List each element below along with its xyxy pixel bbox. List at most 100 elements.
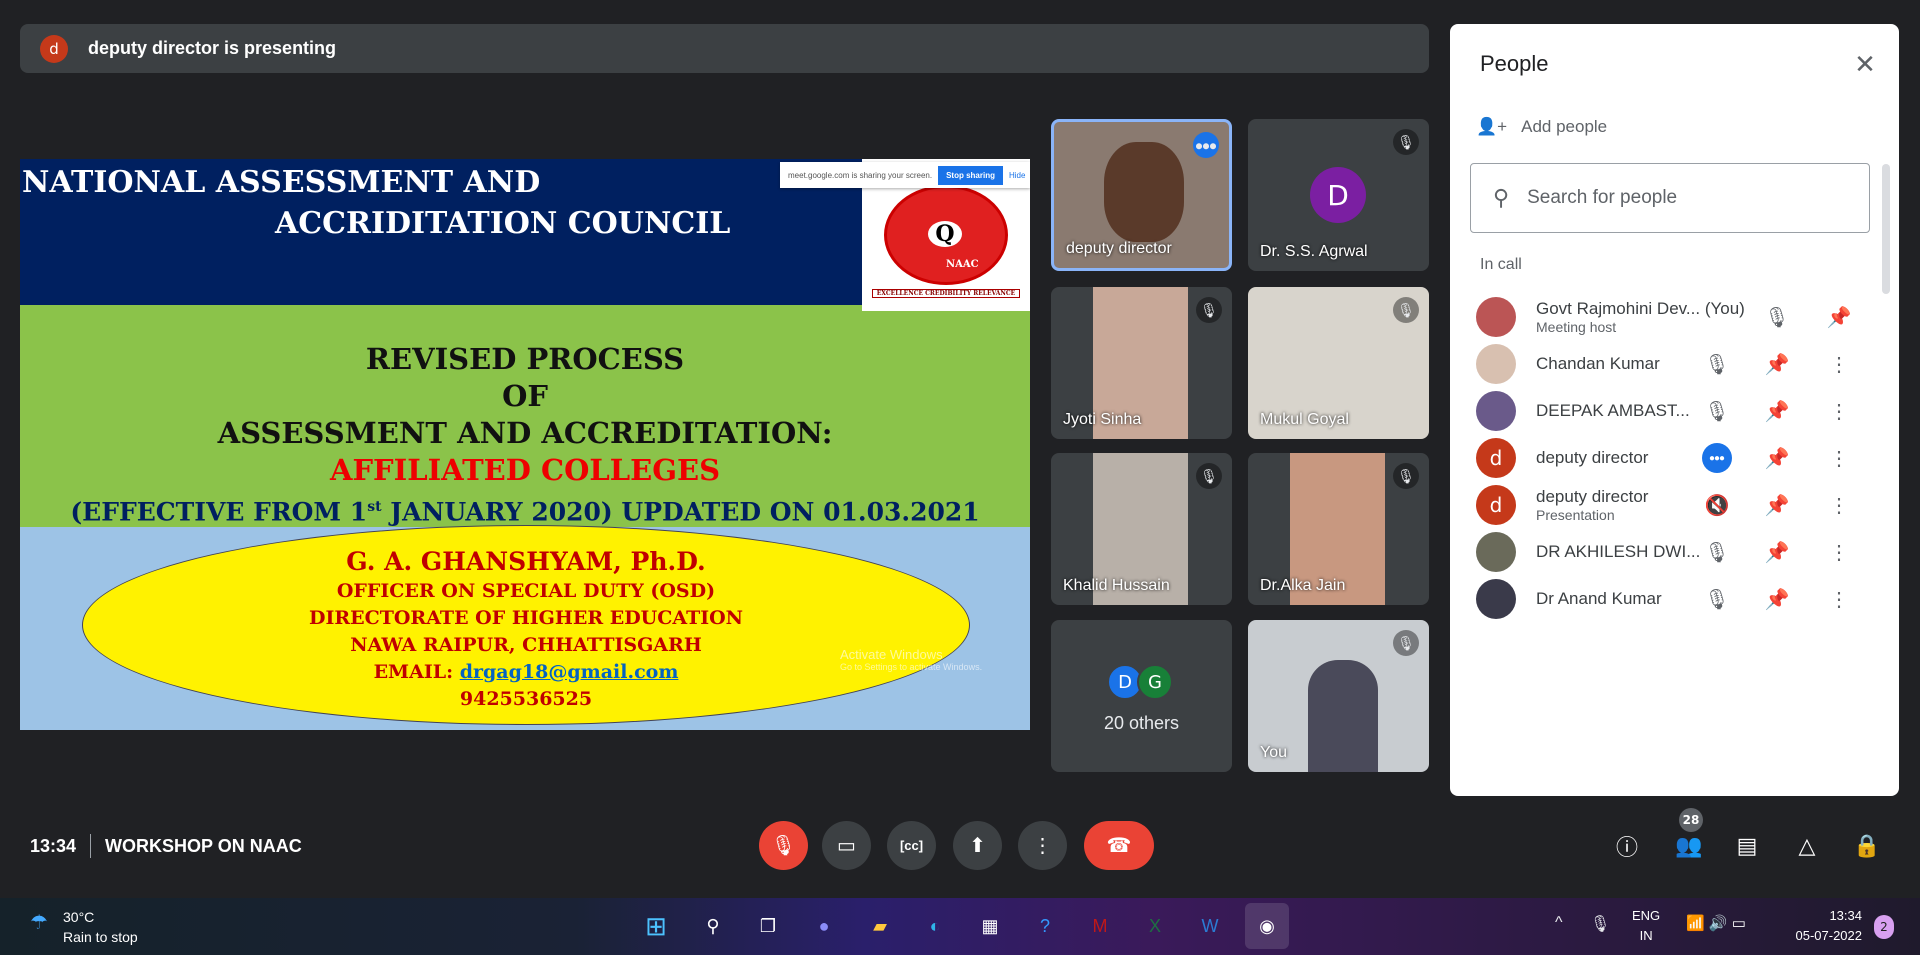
more-options-button[interactable]: ⋮ xyxy=(1018,821,1067,870)
camera-toggle-button[interactable]: ▭ xyxy=(822,821,871,870)
more-options-icon[interactable]: ⋮ xyxy=(1824,490,1854,520)
hide-button[interactable]: Hide xyxy=(1009,171,1025,180)
email-link: drgag18@gmail.com xyxy=(459,661,679,683)
shared-slide: NATIONAL ASSESSMENT AND ACCRIDITATION CO… xyxy=(20,159,1030,730)
pin-icon[interactable]: 📌 xyxy=(1762,443,1792,473)
tile-name: Dr. S.S. Agrwal xyxy=(1260,243,1368,260)
slide-line: REVISED PROCESS xyxy=(365,342,685,376)
mic-toggle-button[interactable]: 🎙 xyxy=(759,821,808,870)
more-options-icon[interactable]: ⋮ xyxy=(1824,396,1854,426)
meeting-time: 13:34 xyxy=(30,835,77,856)
tile-name: 20 others xyxy=(1103,713,1180,733)
pin-icon[interactable]: 📌 xyxy=(1762,537,1792,567)
edge-icon[interactable]: ◐ xyxy=(917,908,953,944)
start-icon[interactable]: ⊞ xyxy=(638,908,674,944)
meeting-details: 13:34 WORKSHOP ON NAAC xyxy=(30,834,302,858)
mcafee-icon[interactable]: M xyxy=(1082,908,1118,944)
lock-icon: 🔒 xyxy=(1853,833,1881,858)
stop-sharing-button[interactable]: Stop sharing xyxy=(938,165,1003,185)
meeting-title: WORKSHOP ON NAAC xyxy=(105,835,302,856)
language-indicator[interactable]: ENG IN xyxy=(1632,906,1660,946)
mic-off-icon: 🎙 xyxy=(1393,463,1419,489)
tile-name: You xyxy=(1260,744,1287,761)
pin-icon[interactable]: 📌 xyxy=(1762,349,1792,379)
people-button[interactable]: 👥 xyxy=(1673,830,1705,862)
word-icon[interactable]: W xyxy=(1192,908,1228,944)
more-options-icon[interactable]: ⋮ xyxy=(1824,349,1854,379)
activities-button[interactable]: △ xyxy=(1791,830,1823,862)
pin-icon[interactable]: 📌 xyxy=(1824,302,1854,332)
scrollbar[interactable] xyxy=(1882,164,1890,294)
file-explorer-icon[interactable]: ▰ xyxy=(862,908,898,944)
more-options-icon[interactable]: ⋮ xyxy=(1824,537,1854,567)
audio-off-icon: 🔇 xyxy=(1704,494,1730,517)
participant-tile[interactable]: 🎙 Khalid Hussain xyxy=(1051,453,1232,605)
slide-line: ASSESSMENT AND ACCREDITATION: xyxy=(217,416,833,450)
task-view-icon[interactable]: ❐ xyxy=(750,908,786,944)
pin-icon[interactable]: 📌 xyxy=(1762,584,1792,614)
participant-tile-others[interactable]: D G 20 others xyxy=(1051,620,1232,772)
add-person-icon: 👤+ xyxy=(1476,117,1508,136)
self-tile[interactable]: 🎙 You xyxy=(1248,620,1429,772)
captions-button[interactable]: [cc] xyxy=(887,821,936,870)
tile-name: Jyoti Sinha xyxy=(1063,411,1142,428)
pin-icon[interactable]: 📌 xyxy=(1762,396,1792,426)
more-options-icon[interactable]: ⋮ xyxy=(1824,584,1854,614)
participant-tile[interactable]: D 🎙 Dr. S.S. Agrwal xyxy=(1248,119,1429,271)
show-hidden-icons[interactable]: ^ xyxy=(1555,914,1563,932)
store-icon[interactable]: ▦ xyxy=(972,908,1008,944)
more-options-icon[interactable]: ⋮ xyxy=(1824,443,1854,473)
participant-tile[interactable]: ⦁⦁⦁ deputy director xyxy=(1051,119,1232,271)
mic-off-icon: 🎙 xyxy=(1393,297,1419,323)
section-label: In call xyxy=(1480,256,1522,273)
presenter-info: G. A. GHANSHYAM, Ph.D. OFFICER ON SPECIA… xyxy=(82,525,970,725)
avatar: d xyxy=(40,34,68,63)
search-icon[interactable]: ⚲ xyxy=(695,908,731,944)
present-button[interactable]: ⬆ xyxy=(953,821,1002,870)
pin-off-icon: 📌 xyxy=(1764,494,1790,517)
chat-button[interactable]: ▤ xyxy=(1731,830,1763,862)
excel-icon[interactable]: X xyxy=(1137,908,1173,944)
screen-share-notice: meet.google.com is sharing your screen. … xyxy=(780,162,1030,188)
captions-icon: [cc] xyxy=(899,838,924,853)
weather-widget[interactable]: 30°C Rain to stop xyxy=(63,907,138,947)
speaking-icon: ⦁⦁⦁ xyxy=(1193,132,1219,158)
leave-call-button[interactable]: ☎ xyxy=(1084,821,1154,870)
slide-line: OF xyxy=(502,379,548,413)
camera-icon: ▭ xyxy=(837,835,856,857)
mic-off-icon: 🎙 xyxy=(1196,463,1222,489)
network-volume-battery[interactable]: 📶 🔊 ▭ xyxy=(1686,914,1746,932)
mic-off-icon: 🎙 xyxy=(1764,306,1790,329)
windows-taskbar: ☂ 30°C Rain to stop ⊞ ⚲ ❐ ● ▰ ◐ ▦ ? M X W… xyxy=(0,898,1920,955)
speaking-icon: ⦁⦁⦁ xyxy=(1702,443,1732,473)
tile-name: Dr.Alka Jain xyxy=(1260,577,1346,594)
more-vert-icon: ⋮ xyxy=(1032,835,1053,857)
participant-tile[interactable]: 🎙 Mukul Goyal xyxy=(1248,287,1429,439)
host-controls-button[interactable]: 🔒 xyxy=(1851,830,1883,862)
tile-name: Mukul Goyal xyxy=(1260,411,1349,428)
slide-line: AFFILIATED COLLEGES xyxy=(329,453,721,487)
microphone-icon: 🎙 xyxy=(1590,916,1611,933)
search-input[interactable]: ⚲ Search for people xyxy=(1470,163,1870,233)
mic-off-icon: 🎙 xyxy=(1393,129,1419,155)
tile-name: Khalid Hussain xyxy=(1063,577,1170,594)
participant-row[interactable]: Dr Anand Kumar 🎙 📌 ⋮ xyxy=(1450,564,1880,634)
presenting-banner: d deputy director is presenting xyxy=(20,24,1429,73)
close-icon[interactable]: ✕ xyxy=(1850,49,1880,79)
weather-icon: ☂ xyxy=(30,912,48,934)
add-people-button[interactable]: 👤+ Add people xyxy=(1476,117,1607,137)
info-icon: ⓘ xyxy=(1615,835,1638,860)
participant-tile[interactable]: 🎙 Jyoti Sinha xyxy=(1051,287,1232,439)
help-icon[interactable]: ? xyxy=(1027,908,1063,944)
presenting-text: deputy director is presenting xyxy=(88,38,337,58)
meeting-info-button[interactable]: ⓘ xyxy=(1611,830,1643,862)
mic-off-icon: 🎙 xyxy=(1196,297,1222,323)
clock[interactable]: 13:34 05-07-2022 xyxy=(1782,906,1863,946)
teams-chat-icon[interactable]: ● xyxy=(806,908,842,944)
avatar: D xyxy=(1310,167,1366,223)
chrome-icon[interactable]: ◉ xyxy=(1245,903,1289,949)
notification-badge[interactable]: 2 xyxy=(1874,915,1894,939)
activate-windows-watermark: Activate Windows Go to Settings to activa… xyxy=(840,647,983,672)
mic-off-icon: 🎙 xyxy=(1704,588,1730,611)
participant-tile[interactable]: 🎙 Dr.Alka Jain xyxy=(1248,453,1429,605)
